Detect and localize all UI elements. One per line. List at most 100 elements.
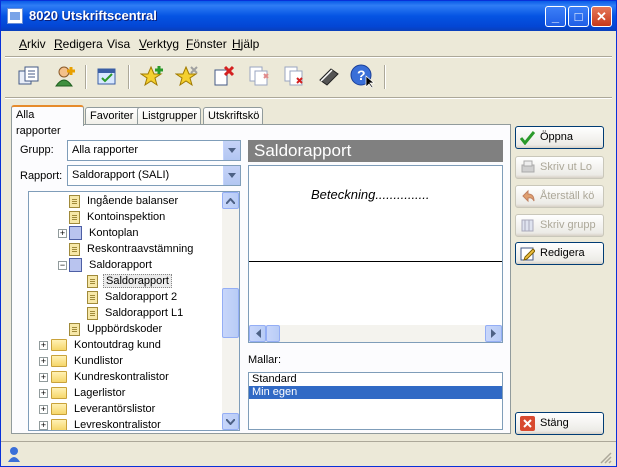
checkmark-icon (520, 131, 535, 145)
tree-scrollbar[interactable] (222, 192, 239, 430)
expand-toggle[interactable]: + (39, 373, 48, 382)
report-icon (69, 210, 80, 224)
print-group-button[interactable]: Skriv grupp (515, 214, 604, 237)
menu-redigera[interactable]: Redigera (54, 37, 103, 51)
menu-arkiv[interactable]: Arkiv (19, 37, 46, 51)
group-select[interactable]: Alla rapporter (67, 140, 241, 161)
preview-hscrollbar[interactable] (249, 325, 502, 342)
report-group-icon (69, 258, 82, 273)
tab-listgrupper[interactable]: Listgrupper (137, 107, 201, 125)
report-select[interactable]: Saldorapport (SALI) (67, 165, 241, 186)
open-button-label: Öppna (540, 131, 574, 143)
template-item[interactable]: Standard (249, 373, 502, 386)
tree-item[interactable]: Kontoutdrag kund (51, 337, 163, 353)
remove-icon[interactable] (280, 63, 308, 89)
favorite-icon[interactable] (173, 63, 201, 89)
report-select-value: Saldorapport (SALI) (72, 169, 170, 181)
expand-toggle[interactable]: + (39, 389, 48, 398)
tree-item[interactable]: Leverantörslistor (51, 401, 157, 417)
preview-sample-text: Beteckning............... (311, 187, 430, 202)
menu-visa[interactable]: Visa (107, 37, 130, 51)
app-icon (7, 8, 23, 24)
minimize-button[interactable]: _ (545, 6, 566, 27)
expand-toggle[interactable]: + (39, 341, 48, 350)
tree-item[interactable]: Kundlistor (51, 353, 125, 369)
dictionary-icon[interactable] (315, 63, 343, 89)
scroll-up-button[interactable] (222, 192, 239, 209)
folder-icon (51, 355, 67, 368)
tree-item[interactable]: Levreskontralistor (51, 417, 163, 430)
tree-item[interactable]: Kontoinspektion (69, 209, 167, 225)
templates-label: Mallar: (248, 354, 282, 366)
tab-favoriter[interactable]: Favoriter (85, 107, 145, 125)
tab-utskriftsko[interactable]: Utskriftskö (203, 107, 263, 125)
open-button[interactable]: Öppna (515, 126, 604, 149)
report-icon (69, 322, 80, 336)
tree-item[interactable]: Uppbördskoder (69, 321, 164, 337)
expand-toggle[interactable]: + (39, 357, 48, 366)
scroll-left-button[interactable] (249, 325, 266, 342)
close-button-label: Stäng (540, 417, 569, 429)
group-label: Grupp: (20, 144, 54, 156)
templates-list[interactable]: Standard Min egen (248, 372, 503, 430)
scroll-thumb[interactable] (266, 325, 280, 342)
folder-icon (51, 387, 67, 400)
tree-item[interactable]: Saldorapport (69, 257, 154, 273)
copy-icon[interactable] (245, 63, 273, 89)
folder-icon (51, 371, 67, 384)
maximize-button[interactable]: □ (568, 6, 589, 27)
undo-icon (522, 189, 535, 203)
chevron-down-icon (228, 148, 236, 153)
tree-item[interactable]: Lagerlistor (51, 385, 127, 401)
edit-button[interactable]: Redigera (515, 242, 604, 265)
template-item-selected[interactable]: Min egen (249, 386, 502, 399)
tree-item[interactable]: Reskontraavstämning (69, 241, 195, 257)
report-label: Rapport: (20, 170, 63, 182)
menu-verktyg[interactable]: Verktyg (139, 37, 179, 51)
preview-title: Saldorapport (248, 140, 503, 162)
tree-item[interactable]: Saldorapport 2 (87, 289, 179, 305)
scroll-right-button[interactable] (485, 325, 502, 342)
expand-toggle[interactable]: + (39, 405, 48, 414)
collapse-toggle[interactable]: − (58, 261, 67, 270)
menu-hjlp[interactable]: Hjälp (232, 37, 259, 51)
close-window-button[interactable]: ✕ (591, 6, 612, 27)
report-tree[interactable]: Ingående balanser Kontoinspektion + Kont… (28, 191, 240, 431)
report-icon (69, 194, 80, 208)
resize-grip-icon[interactable] (600, 452, 612, 464)
menu-fnster[interactable]: Fönster (186, 37, 227, 51)
toolbar-separator (85, 65, 87, 89)
tree-item[interactable]: Kundreskontralistor (51, 369, 171, 385)
report-preview: Beteckning............... (248, 165, 503, 343)
add-favorite-icon[interactable] (138, 63, 166, 89)
svg-text:?: ? (357, 67, 366, 83)
print-button[interactable]: Skriv ut Lo (515, 156, 604, 179)
restore-queue-button[interactable]: Återställ kö (515, 185, 604, 208)
report-panel: Grupp: Alla rapporter Rapport: Saldorapp… (11, 124, 511, 434)
add-user-icon[interactable] (51, 63, 79, 89)
report-icon (69, 242, 80, 256)
title-bar[interactable]: 8020 Utskriftscentral _ □ ✕ (1, 1, 616, 31)
tree-item[interactable]: Ingående balanser (69, 193, 180, 209)
schedule-icon[interactable] (93, 63, 121, 89)
expand-toggle[interactable]: + (58, 229, 67, 238)
tree-item-selected[interactable]: Saldorapport (87, 273, 172, 289)
delete-icon[interactable] (210, 63, 238, 89)
report-properties-icon[interactable] (15, 63, 43, 89)
user-status-icon (8, 447, 20, 462)
expand-toggle[interactable]: + (39, 421, 48, 430)
group-dropdown-button[interactable] (223, 141, 240, 160)
group-print-icon (521, 219, 534, 232)
report-dropdown-button[interactable] (223, 166, 240, 185)
window-title: 8020 Utskriftscentral (29, 8, 157, 23)
printer-icon (521, 160, 535, 173)
tree-item[interactable]: Saldorapport L1 (87, 305, 185, 321)
report-icon (87, 290, 98, 304)
scroll-thumb[interactable] (222, 288, 239, 338)
close-button[interactable]: Stäng (515, 412, 604, 435)
help-icon[interactable]: ? (349, 63, 377, 89)
folder-icon (51, 339, 67, 352)
tab-alla-rapporter[interactable]: Alla rapporter (11, 105, 84, 137)
tree-item[interactable]: Kontoplan (69, 225, 141, 241)
scroll-down-button[interactable] (222, 413, 239, 430)
